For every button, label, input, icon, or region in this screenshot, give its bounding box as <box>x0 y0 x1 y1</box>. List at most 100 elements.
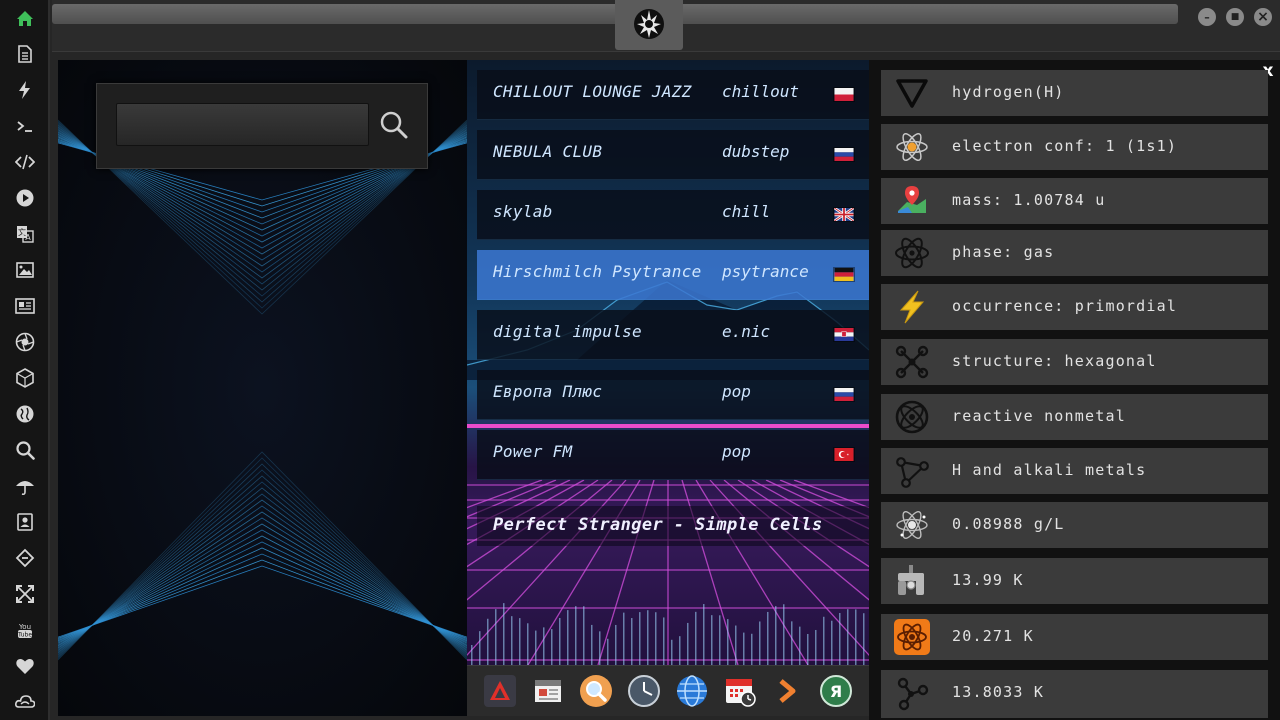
station-name: digital impulse <box>493 322 642 341</box>
home-icon <box>17 11 33 26</box>
link-icon <box>15 548 35 568</box>
globe-icon <box>16 405 34 423</box>
sidebar-item-image[interactable] <box>0 252 50 288</box>
equalizer-bar <box>487 618 489 665</box>
sidebar-item-youtube[interactable]: You Tube <box>0 612 50 648</box>
news-icon <box>15 298 35 314</box>
equalizer-bar <box>567 610 569 665</box>
equalizer-bar <box>623 612 625 665</box>
search-button[interactable] <box>377 106 411 144</box>
app-launcher-icon[interactable] <box>483 674 517 708</box>
equalizer-bar <box>471 645 473 665</box>
equalizer-bar <box>535 630 537 665</box>
element-property-row: 13.99 K <box>881 558 1268 604</box>
station-genre: psytrance <box>722 262 809 281</box>
sidebar-item-search[interactable] <box>0 432 50 468</box>
equalizer-bar <box>767 611 769 665</box>
sidebar-item-aperture[interactable] <box>0 324 50 360</box>
sidebar-item-play[interactable] <box>0 180 50 216</box>
equalizer-bar <box>783 604 785 665</box>
sidebar-item-cloud[interactable] <box>0 684 50 720</box>
station-genre: chill <box>722 202 771 221</box>
station-row[interactable]: digital impulse e.nic <box>477 310 869 360</box>
station-row[interactable]: Европа Плюс pop <box>477 370 869 420</box>
globe-icon[interactable] <box>675 674 709 708</box>
station-name: Power FM <box>493 442 573 461</box>
sidebar-item-expand[interactable] <box>0 576 50 612</box>
sidebar-item-contacts[interactable] <box>0 504 50 540</box>
pipe-icon <box>893 562 931 600</box>
heart-icon <box>16 659 34 674</box>
station-list: CHILLOUT LOUNGE JAZZ chillout NEBULA CLUB d… <box>467 60 869 716</box>
equalizer-bar <box>607 638 609 665</box>
atom-sparkle-icon <box>893 506 931 544</box>
sidebar-item-hexagon[interactable] <box>0 360 50 396</box>
station-name: Hirschmilch Psytrance <box>493 262 702 281</box>
sidebar-item-bolt[interactable] <box>0 72 50 108</box>
minimize-button[interactable]: – <box>1198 8 1216 26</box>
equalizer-bar <box>847 609 849 665</box>
equalizer-bar <box>855 609 857 665</box>
element-property-text: 0.08988 g/L <box>952 515 1065 533</box>
sidebar-item-news[interactable] <box>0 288 50 324</box>
equalizer-bar <box>519 618 521 665</box>
sidebar-item-document[interactable] <box>0 36 50 72</box>
equalizer-bar <box>647 610 649 665</box>
station-row[interactable]: CHILLOUT LOUNGE JAZZ chillout <box>477 70 869 120</box>
station-row[interactable]: Power FM pop <box>477 430 869 480</box>
flag-gb-icon <box>833 207 855 222</box>
map-pin-icon <box>893 182 931 220</box>
sidebar-item-umbrella[interactable] <box>0 468 50 504</box>
app-window: 文 A You Tube – ■ × CHILLOUT LOUNGE JAZZ … <box>0 0 1280 720</box>
element-property-row: reactive nonmetal <box>881 394 1268 440</box>
station-genre: pop <box>722 442 751 461</box>
svg-text:A: A <box>25 233 31 242</box>
element-property-row: 13.8033 K <box>881 670 1268 718</box>
station-name: NEBULA CLUB <box>493 142 603 161</box>
station-row[interactable]: skylab chill <box>477 190 869 240</box>
equalizer-bar <box>775 606 777 665</box>
element-property-text: phase: gas <box>952 243 1055 261</box>
sidebar-item-heart[interactable] <box>0 648 50 684</box>
clock-icon[interactable] <box>627 674 661 708</box>
atom-orange-icon <box>893 618 931 656</box>
equalizer-bar <box>591 624 593 665</box>
sidebar-item-translate[interactable]: 文A <box>0 216 50 252</box>
sidebar-item-link[interactable] <box>0 540 50 576</box>
close-button[interactable]: × <box>1254 8 1272 26</box>
equalizer-bar <box>839 612 841 665</box>
station-genre: chillout <box>722 82 800 101</box>
orbit-icon <box>893 398 931 436</box>
flag-ru-icon <box>833 387 855 402</box>
sidebar-item-code[interactable] <box>0 144 50 180</box>
element-property-row: phase: gas <box>881 230 1268 276</box>
search-icon <box>16 441 35 460</box>
sidebar-item-globe[interactable] <box>0 396 50 432</box>
calendar-sheet-icon[interactable] <box>531 674 565 708</box>
station-row[interactable]: NEBULA CLUB dubstep <box>477 130 869 180</box>
magnifier-icon[interactable] <box>579 674 613 708</box>
calendar-clock-icon[interactable] <box>723 674 757 708</box>
maximize-button[interactable]: ■ <box>1226 8 1244 26</box>
dock: Я <box>467 665 869 716</box>
equalizer-bar <box>799 626 801 665</box>
play-icon <box>16 189 34 207</box>
chevron-right-icon[interactable] <box>771 674 805 708</box>
element-property-row: structure: hexagonal <box>881 339 1268 385</box>
contacts-icon <box>17 513 33 531</box>
station-row-active[interactable]: Hirschmilch Psytrance psytrance <box>477 250 869 300</box>
search-input[interactable] <box>116 103 369 146</box>
rebel-alliance-icon[interactable] <box>615 0 683 50</box>
sidebar-item-home[interactable] <box>0 0 50 36</box>
station-genre: e.nic <box>722 322 771 341</box>
equalizer-bar <box>655 612 657 665</box>
svg-text:Я: Я <box>830 682 842 701</box>
yandex-icon[interactable]: Я <box>819 674 853 708</box>
flag-hr-icon <box>833 327 855 342</box>
umbrella-icon <box>16 481 34 496</box>
sidebar-item-terminal[interactable] <box>0 108 50 144</box>
station-genre: dubstep <box>722 142 790 161</box>
station-genre: pop <box>722 382 751 401</box>
equalizer-bar <box>599 631 601 665</box>
nodes-icon <box>893 674 931 712</box>
